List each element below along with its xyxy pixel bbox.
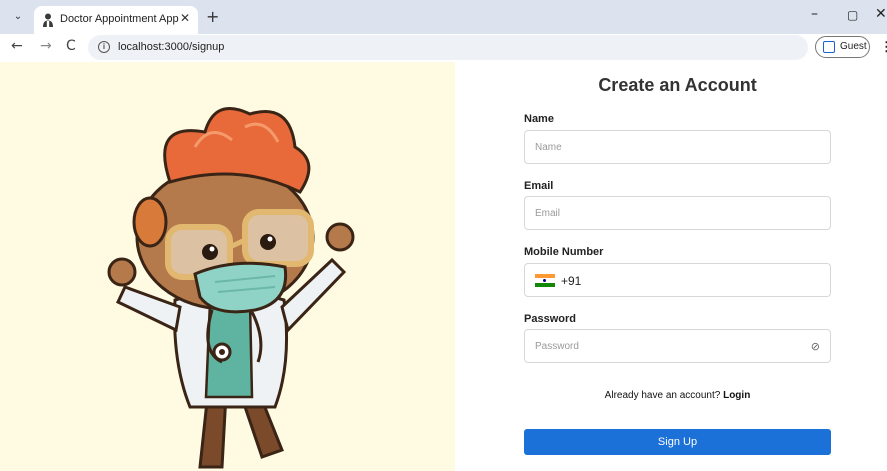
mobile-number-input[interactable]: +91	[524, 263, 831, 297]
address-bar[interactable]: i localhost:3000/signup	[88, 35, 808, 60]
sign-up-button[interactable]: Sign Up	[524, 429, 831, 455]
doctor-cartoon-illustration	[107, 106, 355, 469]
window-close-button[interactable]: ✕	[875, 6, 887, 22]
name-input[interactable]: Name	[524, 130, 831, 164]
tab-search-button[interactable]: ⌄	[9, 9, 27, 25]
login-prompt-row: Already have an account? Login	[524, 390, 831, 401]
eye-slash-icon[interactable]: ⊘	[811, 340, 820, 353]
address-url[interactable]: localhost:3000/signup	[118, 41, 224, 53]
password-placeholder: Password	[535, 341, 579, 352]
password-input[interactable]: Password ⊘	[524, 329, 831, 363]
forward-button[interactable]: →	[40, 38, 52, 54]
browser-tab-strip: ⌄ Doctor Appointment App ✕ + – ▢ ✕	[0, 0, 887, 34]
form-title: Create an Account	[598, 75, 757, 95]
email-label: Email	[524, 180, 554, 192]
profile-icon	[823, 41, 835, 53]
new-tab-button[interactable]: +	[206, 7, 219, 26]
profile-button[interactable]: Guest	[815, 36, 870, 58]
login-prompt-text: Already have an account?	[604, 390, 721, 401]
india-flag-icon[interactable]	[535, 274, 555, 287]
browser-menu-icon[interactable]: ⋮	[880, 39, 887, 55]
window-restore-button[interactable]: ▢	[847, 8, 858, 22]
site-info-icon[interactable]: i	[98, 41, 110, 53]
email-placeholder: Email	[535, 208, 561, 219]
doctor-illustration-panel	[0, 62, 455, 471]
browser-tab[interactable]: Doctor Appointment App ✕	[34, 6, 198, 34]
mobile-label: Mobile Number	[524, 246, 604, 258]
tab-close-icon[interactable]: ✕	[180, 11, 190, 25]
name-label: Name	[524, 113, 554, 125]
login-link[interactable]: Login	[723, 390, 750, 401]
back-button[interactable]: ←	[11, 38, 23, 54]
profile-label: Guest	[840, 41, 867, 52]
password-label: Password	[524, 313, 576, 325]
signup-page: Create an Account Name Name Email Email …	[0, 62, 887, 471]
dial-code: +91	[561, 274, 582, 288]
name-placeholder: Name	[535, 142, 562, 153]
doctor-favicon-icon	[43, 13, 53, 27]
reload-button[interactable]: C	[66, 38, 76, 54]
browser-toolbar: ← → C i localhost:3000/signup Guest ⋮	[0, 34, 887, 62]
email-input[interactable]: Email	[524, 196, 831, 230]
tab-title: Doctor Appointment App	[60, 13, 179, 25]
window-minimize-button[interactable]: –	[811, 6, 818, 22]
